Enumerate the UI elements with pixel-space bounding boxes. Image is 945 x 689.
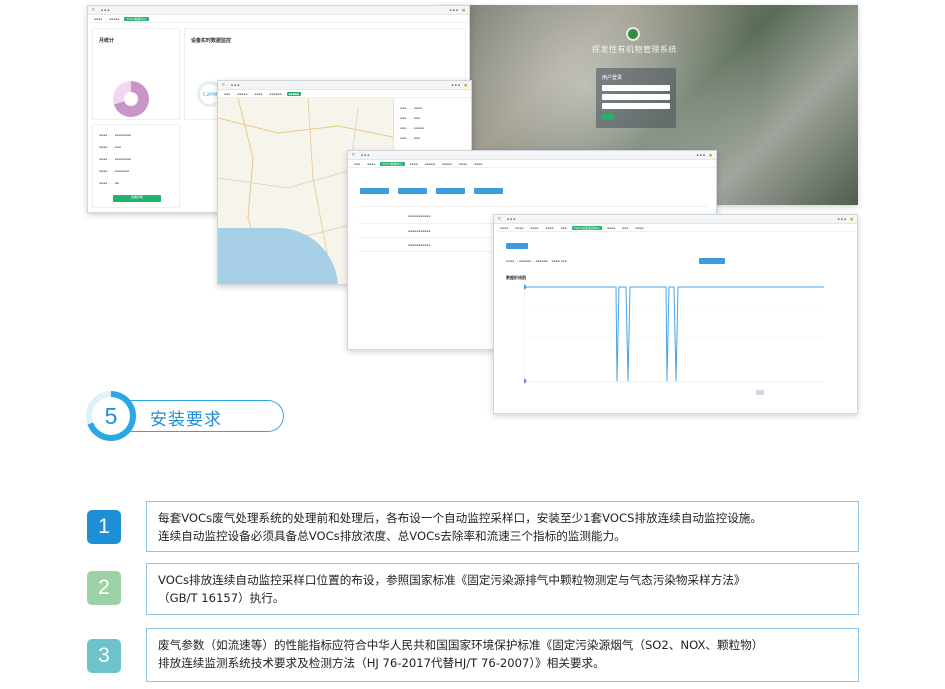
section-header: 5 安装要求 (86, 391, 286, 441)
map-topbar: ☰ ▪ ▪ ▪ ▪ ▪ ▪ ■ (218, 81, 471, 90)
requirement-3-line-2: 排放连续监测系统技术要求及检测方法（HJ 76-2017代替HJ/T 76-20… (158, 656, 605, 670)
monthly-stats-panel: 月统计 (92, 28, 180, 120)
requirement-3-number: 3 (87, 639, 121, 673)
username-field (602, 85, 670, 91)
requirement-1-box: 每套VOCs废气处理系统的处理前和处理后，各布设一个自动监控采样口，安装至少1套… (146, 501, 859, 552)
dashboard-tabs: ▪▪▪▪ ▪▪▪▪▪ TVOC数据中心 (88, 15, 469, 23)
captcha-field (602, 103, 670, 109)
section-number: 5 (92, 397, 130, 435)
chart-screenshot: ☰ ▪ ▪ ▪ ▪ ▪ ▪ ■ ▪▪▪▪ ▪▪▪▪ ▪▪▪▪ ▪▪▪▪ ▪▪▪ TVOC设备… (493, 214, 858, 414)
chart-active-tab: TVOC设备监控中心 (571, 225, 602, 230)
chart-label: 数据折线图 (506, 275, 526, 280)
list-button (436, 188, 465, 194)
list-button (360, 188, 389, 194)
map-tabs: ▪▪▪ ▪▪▪▪▪ ▪▪▪▪ ▪▪▪▪▪▪ ▪▪▪▪▪ (218, 90, 471, 98)
chart-back-button (506, 243, 528, 249)
view-details-button: 查看详情 (113, 195, 161, 202)
list-active-tab: TVOC数据中心 (380, 161, 405, 166)
chart-min-marker (524, 378, 527, 384)
login-panel-title: 用户登录 (602, 75, 623, 81)
monthly-stats-title: 月统计 (99, 38, 115, 44)
requirement-3-box: 废气参数（如流速等）的性能指标应符合中华人民共和国国家环境保护标准《固定污染源烟… (146, 628, 859, 682)
login-panel: 用户登录 (596, 68, 676, 128)
chart-tabs: ▪▪▪▪ ▪▪▪▪ ▪▪▪▪ ▪▪▪▪ ▪▪▪ TVOC设备监控中心 ▪▪▪▪ ▪▪▪ ▪▪… (494, 224, 857, 232)
requirement-3-line-1: 废气参数（如流速等）的性能指标应符合中华人民共和国国家环境保护标准《固定污染源烟… (158, 638, 764, 652)
requirement-2-line-1: VOCs排放连续自动监控采样口位置的布设，参照国家标准《固定污染源排气中颗粒物测… (158, 573, 746, 587)
list-tabs: ▪▪▪ ▪▪▪▪ TVOC数据中心 ▪▪▪▪ ▪▪▪▪▪ ▪▪▪▪▪ ▪▪▪▪ ▪▪▪▪ (348, 160, 716, 168)
requirement-1-line-1: 每套VOCs废气处理系统的处理前和处理后，各布设一个自动监控采样口，安装至少1套… (158, 511, 762, 525)
section-number-ring: 5 (86, 391, 136, 441)
chart-scroll-handle (756, 390, 764, 395)
chart-start-marker (524, 284, 527, 290)
list-button-row (360, 188, 503, 194)
requirement-2-line-2: （GB/T 16157）执行。 (158, 591, 285, 605)
device-info-panel: ▪▪▪▪ ······ ▪▪▪▪▪▪▪▪ ▪▪▪▪ ······ ▪▪▪ ▪▪▪… (92, 124, 180, 208)
list-topbar: ☰ ▪ ▪ ▪ ▪ ▪ ▪ ■ (348, 151, 716, 160)
list-button (398, 188, 427, 194)
requirement-1-number: 1 (87, 510, 121, 544)
dashboard-topbar: ☰ ▪ ▪ ▪ ▪ ▪ ▪ ■ (88, 6, 469, 15)
requirement-2-box: VOCs排放连续自动监控采样口位置的布设，参照国家标准《固定污染源排气中颗粒物测… (146, 563, 859, 615)
chart-query-button (699, 258, 725, 264)
donut-chart (113, 81, 149, 117)
login-system-title: 挥发性有机物管理系统 (592, 45, 677, 54)
section-title: 安装要求 (150, 410, 222, 430)
screenshot-collage: 挥发性有机物管理系统 用户登录 ☰ ▪ ▪ ▪ ▪ ▪ ▪ ■ ▪▪▪▪ ▪▪▪▪▪ … (0, 0, 945, 420)
system-logo-icon (626, 27, 640, 41)
chart-topbar: ☰ ▪ ▪ ▪ ▪ ▪ ▪ ■ (494, 215, 857, 224)
requirement-2-number: 2 (87, 571, 121, 605)
realtime-monitor-title: 设备实时数据监控 (191, 38, 232, 44)
chart-line (524, 277, 824, 384)
dashboard-active-tab: TVOC数据中心 (124, 16, 149, 21)
list-button (474, 188, 503, 194)
requirement-1-line-2: 连续自动监控设备必须具备总VOCs排放浓度、总VOCs去除率和流速三个指标的监测… (158, 529, 626, 543)
login-button (602, 114, 614, 120)
password-field (602, 94, 670, 100)
